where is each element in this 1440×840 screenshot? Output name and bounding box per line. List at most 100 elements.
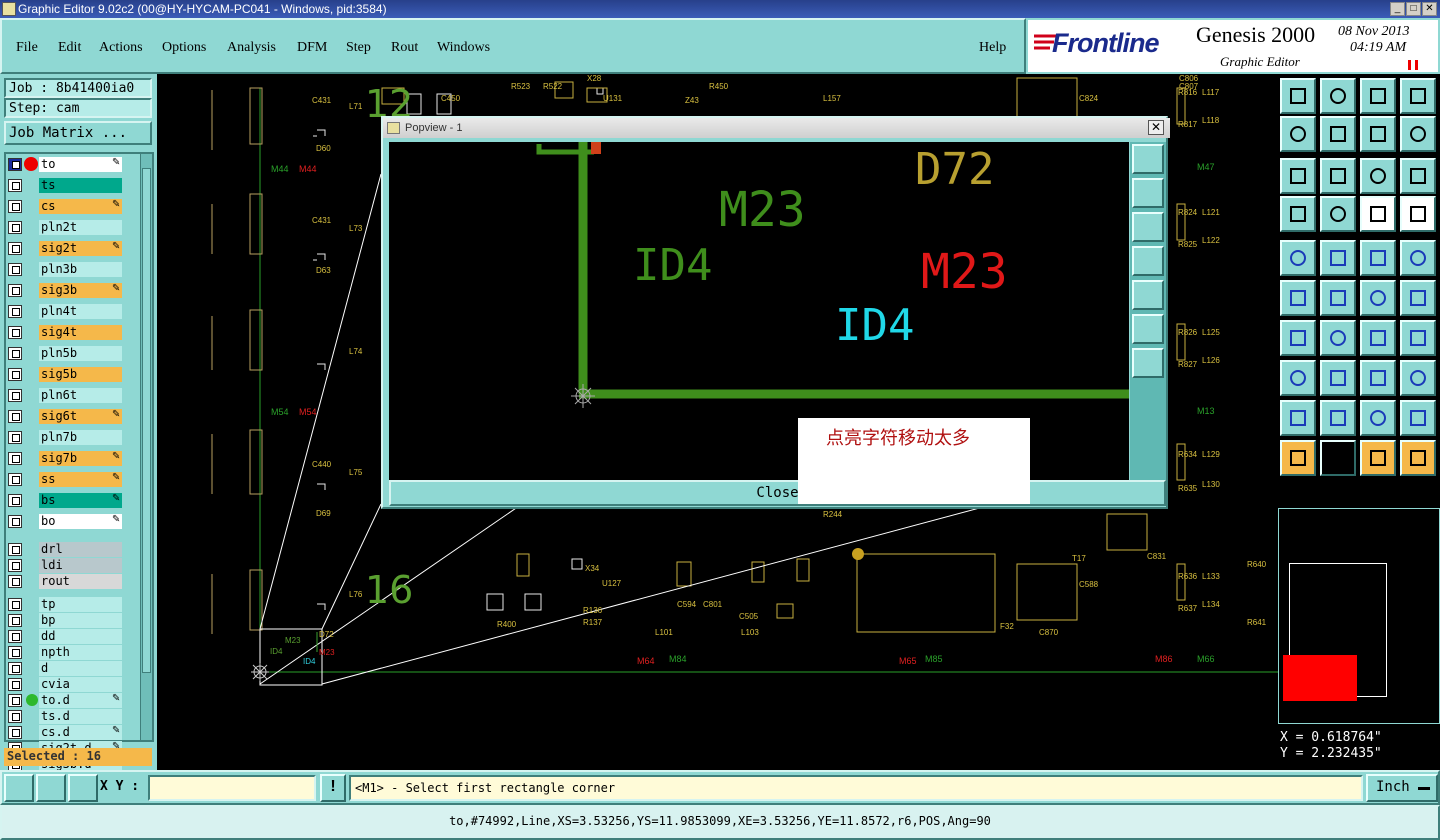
layer-name[interactable]: pln6t <box>39 388 122 403</box>
layer-checkbox[interactable] <box>8 662 22 675</box>
layer-row-pln7b[interactable]: pln7b <box>8 430 124 445</box>
connect-tool-icon[interactable] <box>1280 280 1316 316</box>
layer-name[interactable]: sig4t <box>39 325 122 340</box>
popview-zoom-window-icon[interactable] <box>1132 144 1164 174</box>
pan-left-icon[interactable] <box>1280 116 1316 152</box>
edit-line-icon[interactable] <box>1320 320 1356 356</box>
layer-name[interactable]: cvia <box>39 677 122 692</box>
layer-row-ts[interactable]: ts <box>8 178 124 193</box>
menu-actions[interactable]: Actions <box>99 40 143 56</box>
undo-view-icon[interactable] <box>1360 116 1396 152</box>
layer-list-scrollbar[interactable] <box>140 154 152 740</box>
scrollbar-thumb[interactable] <box>142 168 151 673</box>
layer-row-pln3b[interactable]: pln3b <box>8 262 124 277</box>
layer-checkbox[interactable] <box>8 575 22 588</box>
layer-checkbox[interactable] <box>8 646 22 659</box>
menu-step[interactable]: Step <box>346 40 371 56</box>
menu-help[interactable]: Help <box>979 40 1006 56</box>
layer-checkbox[interactable] <box>8 431 22 444</box>
layer-row-cvia[interactable]: cvia <box>8 677 124 692</box>
copy-tool-icon[interactable] <box>1400 280 1436 316</box>
zoom-fit-icon[interactable] <box>1280 158 1316 194</box>
layer-name[interactable]: d <box>39 661 122 676</box>
layer-checkbox[interactable] <box>8 598 22 611</box>
popview-zoom-home-icon[interactable] <box>1132 314 1164 344</box>
layer-name[interactable]: sig3b <box>39 283 122 298</box>
select-active-icon[interactable] <box>1360 440 1396 476</box>
layer-name[interactable]: cs.d <box>39 725 122 740</box>
layer-checkbox[interactable] <box>8 694 22 707</box>
layer-row-sig5b[interactable]: sig5b <box>8 367 124 382</box>
job-matrix-button[interactable]: Job Matrix ... <box>4 121 152 145</box>
triangle-d-icon[interactable] <box>1400 400 1436 436</box>
pan-right-icon[interactable] <box>1320 116 1356 152</box>
layer-checkbox[interactable] <box>8 347 22 360</box>
layer-checkbox[interactable] <box>8 221 22 234</box>
popview-title-bar[interactable]: Popview - 1 ✕ <box>383 118 1170 138</box>
contour-tool-icon[interactable] <box>1400 360 1436 396</box>
menu-edit[interactable]: Edit <box>58 40 81 56</box>
zoom-out-icon[interactable] <box>1320 78 1356 114</box>
delete-tool-icon[interactable] <box>1320 280 1356 316</box>
select-net-icon[interactable] <box>1400 440 1436 476</box>
home-view-icon[interactable] <box>1360 78 1396 114</box>
popview-pan-left-icon[interactable] <box>1132 246 1164 276</box>
layer-name[interactable]: sig7b <box>39 451 122 466</box>
menu-dfm[interactable]: DFM <box>297 40 327 56</box>
layer-name[interactable]: pln7b <box>39 430 122 445</box>
triangle-a-icon[interactable] <box>1280 400 1316 436</box>
layer-name[interactable]: ts.d <box>39 709 122 724</box>
text-tool-icon[interactable] <box>1400 320 1436 356</box>
layer-checkbox[interactable] <box>8 179 22 192</box>
pad-tool-icon[interactable] <box>1400 240 1436 276</box>
layer-name[interactable]: sig2t <box>39 241 122 256</box>
layer-row-cs-d[interactable]: cs.d ✎ <box>8 725 124 740</box>
layer-name[interactable]: sig5b <box>39 367 122 382</box>
layer-name[interactable]: dd <box>39 629 122 644</box>
units-dropdown[interactable]: Inch <box>1366 774 1438 802</box>
layer-row-pln4t[interactable]: pln4t <box>8 304 124 319</box>
layer-row-to-d[interactable]: to.d ✎ <box>8 693 124 708</box>
menu-options[interactable]: Options <box>162 40 206 56</box>
layer-row-pln2t[interactable]: pln2t <box>8 220 124 235</box>
popview-pan-right-icon[interactable] <box>1132 280 1164 310</box>
layer-row-ldi[interactable]: ldi <box>8 558 124 573</box>
split-view-icon[interactable] <box>1400 78 1436 114</box>
layer-row-bs[interactable]: bs ✎ <box>8 493 124 508</box>
popview-close-button[interactable]: Close <box>389 480 1166 506</box>
measure-mode-icon[interactable] <box>36 774 66 802</box>
layer-row-dd[interactable]: dd <box>8 629 124 644</box>
menu-file[interactable]: File <box>16 40 38 56</box>
layer-name[interactable]: pln4t <box>39 304 122 319</box>
layer-row-to[interactable]: to ✎ <box>8 157 124 172</box>
layer-checkbox[interactable] <box>8 515 22 528</box>
menu-windows[interactable]: Windows <box>437 40 490 56</box>
layer-name[interactable]: npth <box>39 645 122 660</box>
pause-icon[interactable] <box>1408 60 1418 70</box>
popview-zoom-fit-icon[interactable] <box>1132 348 1164 378</box>
layer-name[interactable]: drl <box>39 542 122 557</box>
layer-row-sig6t[interactable]: sig6t ✎ <box>8 409 124 424</box>
zoom-center-icon[interactable] <box>1320 158 1356 194</box>
minimize-button[interactable]: _ <box>1390 2 1405 16</box>
layer-checkbox[interactable] <box>8 614 22 627</box>
layer-checkbox[interactable] <box>8 200 22 213</box>
layer-checkbox[interactable] <box>8 678 22 691</box>
snap-mode-icon[interactable] <box>4 774 34 802</box>
layer-row-d[interactable]: d <box>8 661 124 676</box>
layer-row-drl[interactable]: drl <box>8 542 124 557</box>
layer-name[interactable]: bp <box>39 613 122 628</box>
line-tool-icon[interactable] <box>1280 320 1316 356</box>
layer-checkbox[interactable] <box>8 368 22 381</box>
layer-row-ss[interactable]: ss ✎ <box>8 472 124 487</box>
layer-row-sig4t[interactable]: sig4t <box>8 325 124 340</box>
layer-checkbox[interactable] <box>8 494 22 507</box>
arc-tool-icon[interactable] <box>1360 320 1396 356</box>
grid-mode-icon[interactable] <box>68 774 98 802</box>
layer-name[interactable]: bo <box>39 514 122 529</box>
layer-name[interactable]: cs <box>39 199 122 214</box>
layer-checkbox[interactable] <box>8 242 22 255</box>
select-box-icon[interactable] <box>1320 440 1356 476</box>
polygon-tool-icon[interactable] <box>1320 240 1356 276</box>
layer-checkbox[interactable] <box>8 158 22 171</box>
